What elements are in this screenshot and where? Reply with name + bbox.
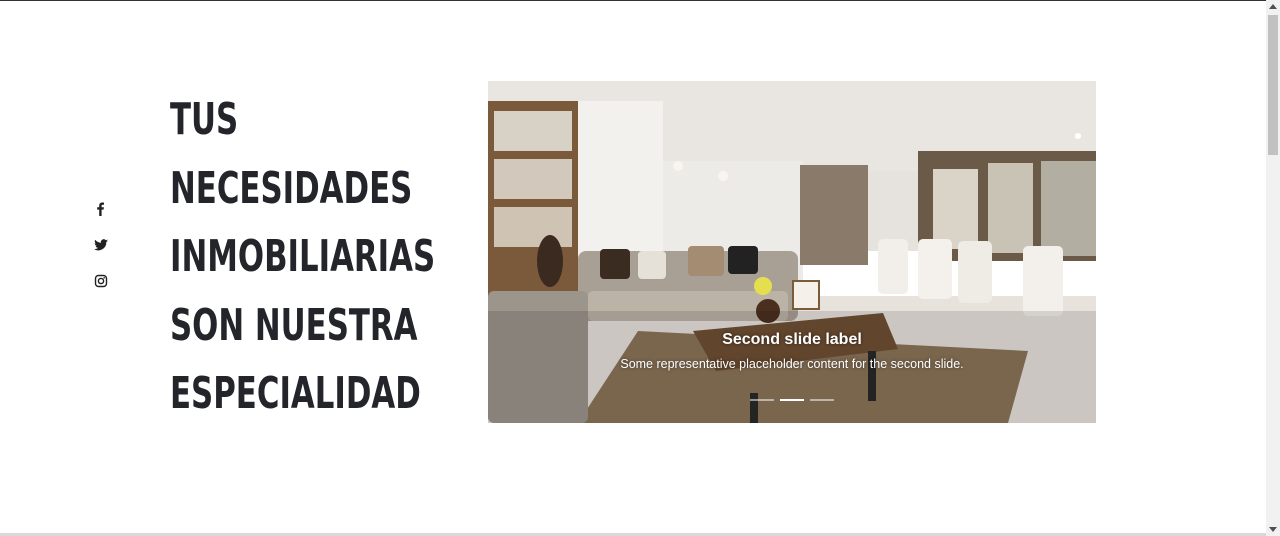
slide-caption: Second slide label Some representative p…	[488, 331, 1096, 371]
headline-line-4: SON NUESTRA	[170, 299, 418, 351]
slide-label: Second slide label	[722, 331, 862, 348]
indicator-2[interactable]	[780, 399, 804, 401]
headline-line-2: NECESIDADES	[170, 162, 413, 214]
hero-headline: TUS NECESIDADES INMOBILIARIAS SON NUESTR…	[170, 86, 471, 429]
twitter-icon	[94, 239, 108, 251]
image-carousel[interactable]: Second slide label Some representative p…	[488, 81, 1096, 423]
carousel-indicators	[488, 399, 1096, 401]
indicator-1[interactable]	[750, 399, 774, 401]
top-border	[0, 0, 1266, 1]
living-room-photo	[488, 81, 1096, 423]
scroll-down-icon[interactable]	[1269, 527, 1277, 532]
scrollbar-thumb[interactable]	[1268, 15, 1278, 155]
social-links	[92, 200, 112, 308]
twitter-link[interactable]	[92, 236, 110, 254]
indicator-3[interactable]	[810, 399, 834, 401]
instagram-icon	[94, 274, 108, 288]
instagram-link[interactable]	[92, 272, 110, 290]
scroll-up-icon[interactable]	[1269, 4, 1277, 9]
facebook-link[interactable]	[92, 200, 110, 218]
facebook-icon	[97, 202, 104, 216]
slide-text: Some representative placeholder content …	[620, 357, 964, 371]
headline-line-5: ESPECIALIDAD	[170, 368, 421, 419]
vertical-scrollbar[interactable]	[1266, 0, 1280, 536]
headline-line-3: INMOBILIARIAS	[170, 231, 436, 282]
headline-line-1: TUS	[170, 94, 239, 145]
